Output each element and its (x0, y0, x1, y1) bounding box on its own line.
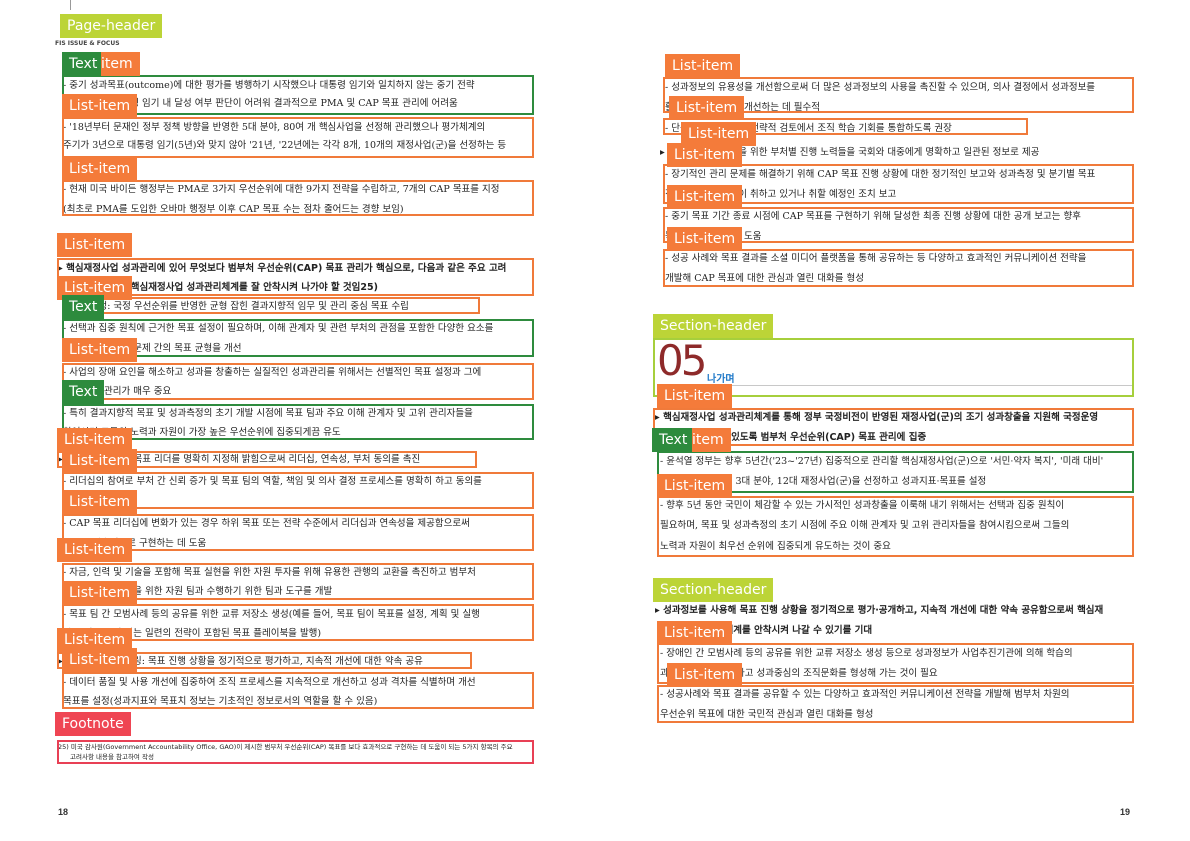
list-item-region (62, 672, 534, 709)
tag-list-item: List-item (57, 233, 133, 257)
tag-section-header: Section-header (653, 314, 774, 338)
tag-list-item-partial: item (101, 52, 140, 76)
tag-list-item: List-item (667, 143, 743, 167)
tag-list-item: List-item (667, 227, 743, 251)
text-line: ▸ 성과정보를 사용해 목표 진행 상황을 정기적으로 평가·공개하고, 지속적… (655, 605, 1104, 616)
tag-list-item: List-item (665, 54, 741, 78)
right-page: - 성과정보의 유용성을 개선함으로써 더 많은 성과정보의 사용을 촉진할 수… (595, 0, 1190, 841)
tag-list-item: List-item (62, 157, 138, 181)
list-item-region (663, 249, 1134, 287)
tag-list-item: List-item (657, 621, 733, 645)
page-number: 19 (1119, 807, 1130, 817)
tag-list-item: List-item (62, 581, 138, 605)
footnote-region (57, 740, 534, 764)
tag-page-header: Page-header (60, 14, 163, 38)
text-region (62, 404, 534, 440)
tag-text: Text (62, 380, 105, 404)
list-item-region (62, 117, 534, 158)
tag-list-item: List-item (667, 663, 743, 687)
page-number: 18 (58, 807, 69, 817)
left-page: Page-header FIS ISSUE & FOCUS - 중기 성과목표(… (0, 0, 595, 841)
list-item-region (657, 685, 1134, 723)
tag-list-item: List-item (62, 449, 138, 473)
list-item-region (62, 604, 534, 641)
tag-text: Text (652, 428, 695, 452)
tag-list-item: List-item (657, 474, 733, 498)
list-item-region (62, 363, 534, 400)
tag-section-header: Section-header (653, 578, 774, 602)
tag-list-item: List-item (62, 490, 138, 514)
tag-list-item: List-item (57, 538, 133, 562)
tag-list-item: List-item (667, 185, 743, 209)
page-header: FIS ISSUE & FOCUS (55, 40, 120, 47)
list-item-region (62, 180, 534, 216)
tag-text: Text (62, 52, 105, 76)
crop-mark (70, 0, 71, 10)
list-item-region (62, 514, 534, 551)
tag-list-item: List-item (62, 648, 138, 672)
tag-list-item: List-item (669, 96, 745, 120)
tag-list-item: List-item (62, 338, 138, 362)
tag-list-item: List-item (657, 384, 733, 408)
tag-list-item: List-item (62, 94, 138, 118)
tag-list-item-partial: item (692, 428, 731, 452)
tag-text: Text (62, 295, 105, 319)
tag-footnote: Footnote (55, 712, 131, 736)
list-item-region (657, 496, 1134, 557)
